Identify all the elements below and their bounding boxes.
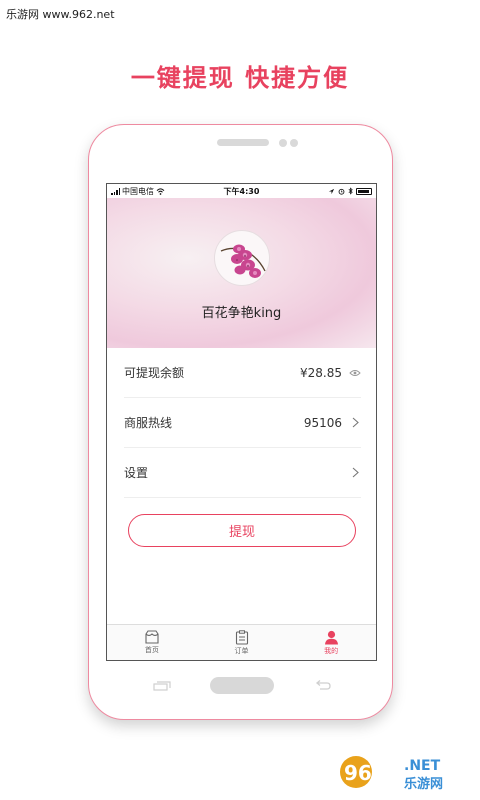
home-button[interactable] [210, 677, 274, 694]
tab-home[interactable]: 首页 [107, 625, 197, 660]
shop-icon [145, 630, 159, 644]
tab-home-label: 首页 [144, 646, 159, 654]
recent-apps-icon[interactable] [153, 681, 171, 691]
balance-value: ¥28.85 [300, 365, 342, 380]
watermark-text: 乐游网 www.962.net [6, 8, 115, 21]
phone-speaker [217, 139, 269, 146]
order-icon [235, 629, 248, 645]
eye-icon[interactable] [349, 367, 361, 379]
battery-icon [356, 187, 372, 195]
logo: 962 .NET 乐游网 [340, 756, 443, 792]
hotline-label: 商服热线 [124, 416, 173, 430]
user-icon [324, 630, 338, 644]
balance-row[interactable]: 可提现余额 ¥28.85 [124, 348, 361, 398]
logo-cn: 乐游网 [404, 776, 443, 792]
status-bar: 中国电信 下午4:30 [107, 184, 376, 198]
withdraw-button[interactable]: 提现 [128, 514, 356, 547]
promo-page: 乐游网 www.962.net 一键提现 快捷方便 中国电信 下午4:30 百花… [0, 0, 480, 800]
tab-bar: 首页 订单 我的 [107, 624, 376, 660]
hotline-value: 95106 [303, 415, 342, 430]
chevron-right-icon [349, 417, 361, 429]
phone-frame: 中国电信 下午4:30 百花争艳king 可提现余额 ¥28.85 商服热线 9… [88, 124, 393, 720]
back-icon[interactable] [314, 680, 332, 691]
status-time: 下午4:30 [223, 186, 260, 196]
hotline-row[interactable]: 商服热线 95106 [124, 398, 361, 448]
headline: 一键提现 快捷方便 [130, 64, 350, 92]
tab-mine-label: 我的 [324, 646, 339, 655]
settings-label: 设置 [124, 466, 149, 480]
tab-orders[interactable]: 订单 [197, 625, 287, 660]
phone-camera [279, 139, 287, 147]
phone-sensor [290, 139, 298, 147]
tab-mine[interactable]: 我的 [286, 625, 376, 660]
settings-row[interactable]: 设置 [124, 448, 361, 498]
balance-label: 可提现余额 [124, 366, 185, 380]
username: 百花争艳king [201, 306, 282, 321]
chevron-right-icon [349, 467, 361, 479]
logo-number: 962 [344, 761, 386, 785]
profile-header: 百花争艳king [107, 198, 376, 348]
avatar[interactable] [214, 230, 270, 286]
logo-net: .NET [404, 758, 441, 774]
phone-screen: 中国电信 下午4:30 百花争艳king 可提现余额 ¥28.85 商服热线 9… [106, 183, 377, 661]
tab-orders-label: 订单 [234, 646, 249, 655]
orchid-flower-avatar [220, 244, 266, 278]
